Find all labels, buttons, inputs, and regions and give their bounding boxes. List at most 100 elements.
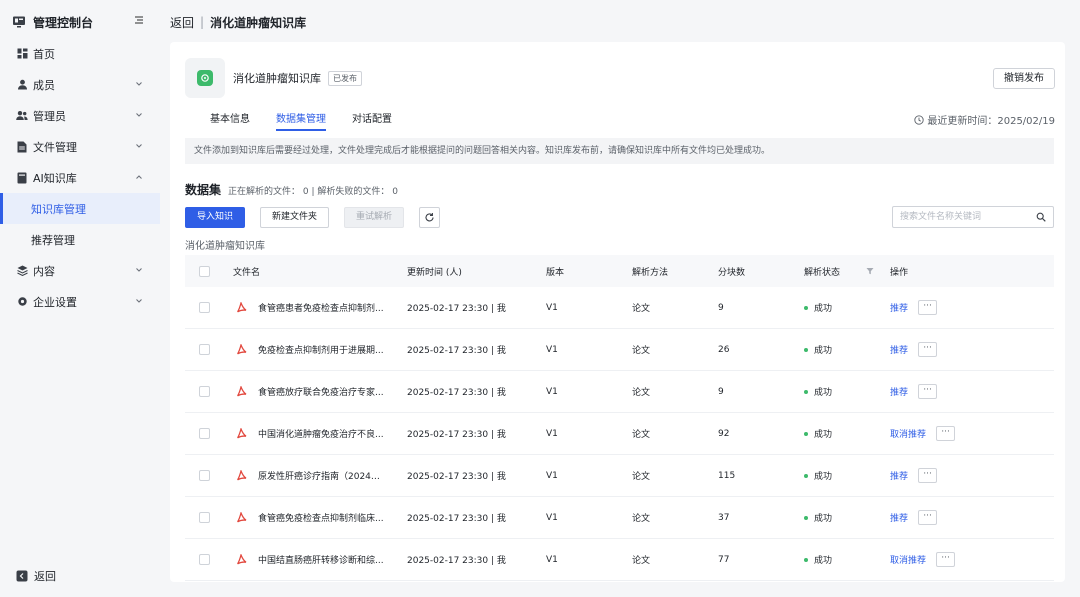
- chevron-up-icon: [136, 175, 142, 179]
- sidebar-item-label: 知识库管理: [31, 202, 86, 216]
- status-badge: 已发布: [328, 70, 362, 86]
- cell-status: 成功: [814, 304, 833, 314]
- collapse-menu-icon[interactable]: [132, 15, 146, 29]
- table-row: 食管癌免疫检查点抑制剂临床... 2025-02-17 23:30 | 我 V1…: [185, 497, 1054, 539]
- sidebar-item-kb-manage[interactable]: 知识库管理: [0, 193, 160, 224]
- cell-status: 成功: [814, 430, 833, 440]
- recommend-button[interactable]: 推荐: [890, 301, 908, 314]
- cell-status: 成功: [814, 472, 833, 482]
- chevron-down-icon: [136, 299, 142, 303]
- cell-time: 2025-02-17 23:30 | 我: [407, 430, 506, 440]
- back-icon: [16, 570, 28, 582]
- toolbar: 导入知识 新建文件夹 重试解析: [185, 207, 455, 228]
- file-name[interactable]: 中国消化道肿瘤免疫治疗不良...: [258, 427, 386, 440]
- sidebar-item-label: 企业设置: [33, 295, 77, 309]
- search-input[interactable]: [893, 207, 1028, 227]
- sidebar-back[interactable]: 返回: [16, 568, 56, 584]
- pdf-icon: [237, 469, 247, 480]
- cell-chunks: 115: [718, 470, 736, 481]
- tab-basic-info[interactable]: 基本信息: [210, 110, 250, 131]
- sidebar-back-label: 返回: [34, 570, 56, 583]
- tab-chat-config[interactable]: 对话配置: [352, 110, 392, 131]
- file-name[interactable]: 食管癌放疗联合免疫治疗专家...: [258, 385, 386, 398]
- cell-method: 论文: [632, 304, 651, 314]
- file-name[interactable]: 食管癌免疫检查点抑制剂临床...: [258, 511, 386, 524]
- sidebar-item-ai-kb[interactable]: AI知识库: [0, 162, 160, 193]
- col-status: 解析状态: [804, 265, 890, 278]
- import-button[interactable]: 导入知识: [185, 207, 246, 228]
- page-title: 消化道肿瘤知识库: [210, 15, 307, 30]
- sidebar-item-label: 成员: [33, 78, 55, 92]
- retry-parse-button[interactable]: 重试解析: [344, 207, 405, 228]
- tab-dataset-manage[interactable]: 数据集管理: [276, 110, 326, 131]
- row-checkbox[interactable]: [199, 554, 210, 565]
- file-name[interactable]: 免疫检查点抑制剂用于进展期...: [258, 343, 386, 356]
- unrecommend-button[interactable]: 取消推荐: [890, 553, 926, 566]
- sidebar-item-recommend[interactable]: 推荐管理: [0, 224, 160, 255]
- row-checkbox[interactable]: [199, 428, 210, 439]
- sidebar-item-enterprise[interactable]: 企业设置: [0, 286, 160, 317]
- success-dot: [804, 473, 808, 478]
- unrecommend-button[interactable]: 取消推荐: [890, 427, 926, 440]
- row-checkbox[interactable]: [199, 386, 210, 397]
- recommend-button[interactable]: 推荐: [890, 511, 908, 524]
- pdf-icon: [237, 511, 247, 522]
- file-name[interactable]: 食管癌患者免疫检查点抑制剂...: [258, 301, 386, 314]
- success-dot: [804, 515, 808, 520]
- file-icon: [16, 141, 28, 153]
- sidebar-item-admins[interactable]: 管理员: [0, 100, 160, 131]
- table-row: 食管癌患者免疫检查点抑制剂... 2025-02-17 23:30 | 我 V1…: [185, 287, 1054, 329]
- cell-version: V1: [546, 386, 558, 397]
- success-dot: [804, 305, 808, 310]
- new-folder-button[interactable]: 新建文件夹: [260, 207, 330, 228]
- recommend-button[interactable]: 推荐: [890, 343, 908, 356]
- unpublish-button[interactable]: 撤销发布: [993, 68, 1055, 89]
- cell-method: 论文: [632, 346, 651, 356]
- file-name[interactable]: 原发性肝癌诊疗指南（2024年...: [258, 469, 386, 482]
- select-all-checkbox[interactable]: [199, 265, 210, 277]
- recommend-button[interactable]: 推荐: [890, 385, 908, 398]
- brand: 管理控制台: [12, 12, 152, 32]
- recommend-button[interactable]: 推荐: [890, 469, 908, 482]
- main-panel: 消化道肿瘤知识库 已发布 撤销发布 基本信息 数据集管理 对话配置 最近更新时间…: [170, 42, 1065, 582]
- sidebar-item-content[interactable]: 内容: [0, 255, 160, 286]
- row-checkbox[interactable]: [199, 344, 210, 355]
- sidebar-item-files[interactable]: 文件管理: [0, 131, 160, 162]
- cell-method: 论文: [632, 514, 651, 524]
- clock-icon: [914, 114, 925, 125]
- table-row: 中国结直肠癌肝转移诊断和综... 2025-02-17 23:30 | 我 V1…: [185, 539, 1054, 581]
- table-row: 原发性肝癌诊疗指南（2024年... 2025-02-17 23:30 | 我 …: [185, 455, 1054, 497]
- cell-status: 成功: [814, 556, 833, 566]
- search-icon[interactable]: [1036, 212, 1046, 222]
- kb-logo: [185, 58, 225, 98]
- row-checkbox[interactable]: [199, 512, 210, 523]
- pdf-icon: [237, 385, 247, 396]
- kb-name: 消化道肿瘤知识库: [233, 72, 321, 85]
- cell-chunks: 9: [718, 386, 724, 397]
- brand-title: 管理控制台: [33, 15, 94, 30]
- more-actions-button[interactable]: ···: [936, 426, 956, 441]
- sidebar-item-label: 内容: [33, 264, 55, 278]
- table-row: 中国消化道肿瘤免疫治疗不良... 2025-02-17 23:30 | 我 V1…: [185, 413, 1054, 455]
- more-actions-button[interactable]: ···: [918, 300, 938, 315]
- row-checkbox[interactable]: [199, 302, 210, 313]
- refresh-button[interactable]: [419, 207, 441, 228]
- back-link[interactable]: 返回: [170, 14, 194, 31]
- cell-method: 论文: [632, 430, 651, 440]
- more-actions-button[interactable]: ···: [918, 342, 938, 357]
- sidebar-item-home[interactable]: 首页: [0, 38, 160, 69]
- more-actions-button[interactable]: ···: [936, 552, 956, 567]
- more-actions-button[interactable]: ···: [918, 384, 938, 399]
- sidebar-item-label: 首页: [33, 47, 55, 61]
- user-icon: [16, 79, 28, 91]
- sidebar-item-members[interactable]: 成员: [0, 69, 160, 100]
- last-updated: 最近更新时间：2025/02/19: [914, 112, 1055, 127]
- more-actions-button[interactable]: ···: [918, 468, 938, 483]
- filter-icon[interactable]: [866, 267, 874, 275]
- monitor-icon: [13, 16, 25, 28]
- breadcrumb: 消化道肿瘤知识库: [185, 241, 265, 252]
- cell-version: V1: [546, 512, 558, 523]
- file-name[interactable]: 中国结直肠癌肝转移诊断和综...: [258, 553, 386, 566]
- row-checkbox[interactable]: [199, 470, 210, 481]
- more-actions-button[interactable]: ···: [918, 510, 938, 525]
